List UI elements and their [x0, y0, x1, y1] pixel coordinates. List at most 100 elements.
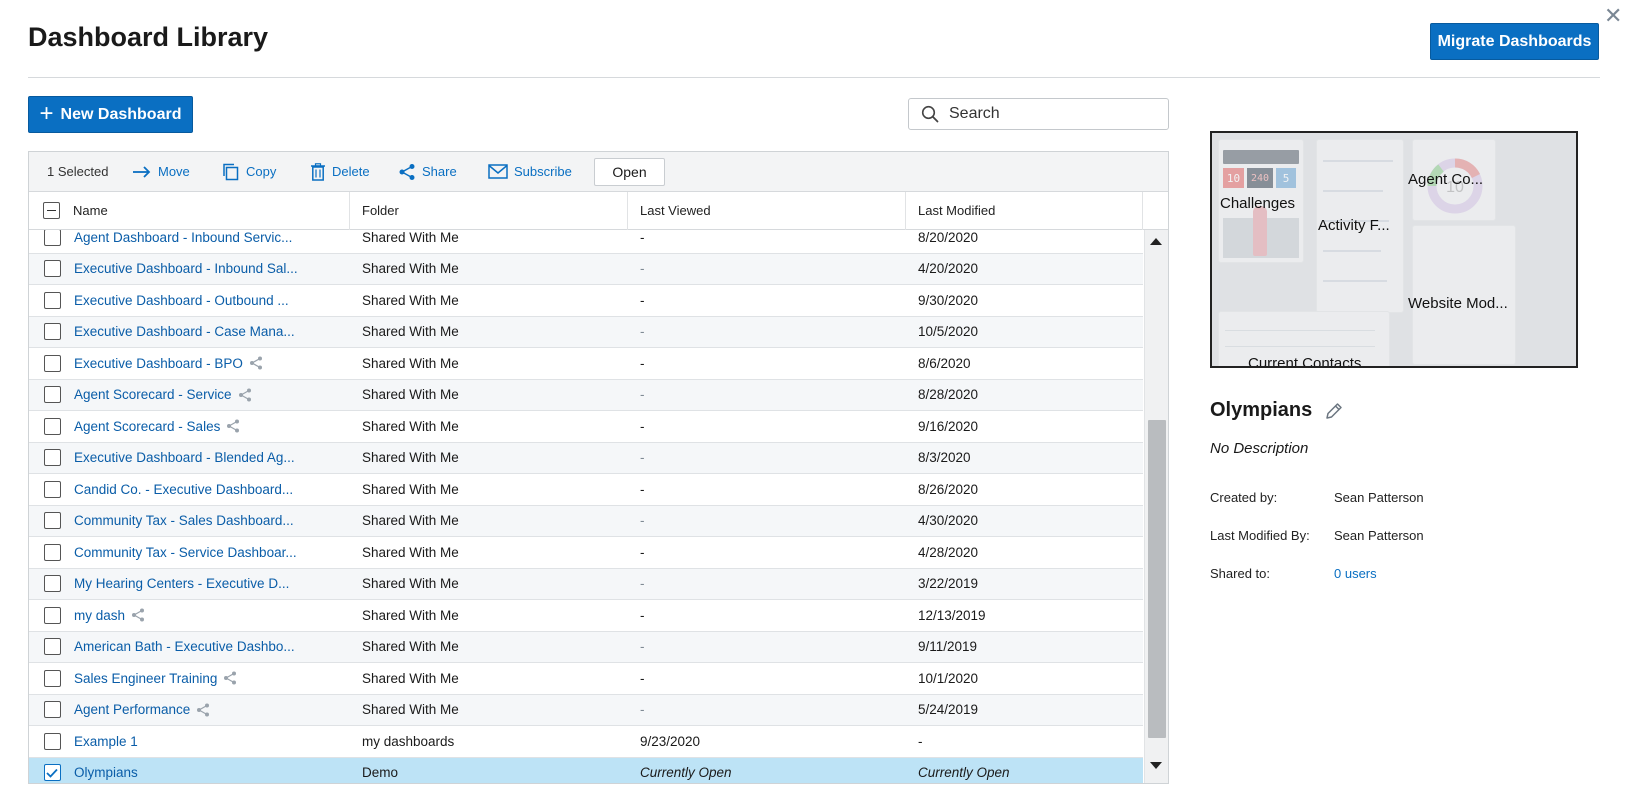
copy-button[interactable]: Copy — [222, 163, 310, 181]
row-last-viewed: - — [640, 355, 645, 371]
table-row[interactable]: Executive Dashboard - Outbound ... Shared… — [29, 285, 1143, 317]
plus-icon: + — [39, 99, 54, 127]
row-last-modified: 9/11/2019 — [918, 639, 978, 655]
dashboard-link[interactable]: Executive Dashboard - Blended Ag... — [74, 450, 295, 465]
column-header-last-modified[interactable]: Last Modified — [906, 191, 1143, 230]
row-last-modified: 3/22/2019 — [918, 576, 979, 592]
migrate-dashboards-button[interactable]: Migrate Dashboards — [1430, 23, 1599, 60]
scroll-up-arrow-icon[interactable] — [1150, 238, 1162, 245]
scrollbar-thumb[interactable] — [1148, 420, 1166, 738]
delete-label: Delete — [332, 164, 370, 179]
indeterminate-mark — [46, 209, 56, 212]
row-name-cell: Agent Dashboard - Inbound Servic... — [73, 230, 350, 245]
row-checkbox[interactable] — [43, 638, 61, 656]
shared-to-users-link[interactable]: 0 users — [1334, 566, 1377, 581]
row-last-viewed: Currently Open — [640, 765, 732, 781]
row-checkbox[interactable] — [43, 669, 61, 687]
column-header-name[interactable]: Name — [73, 191, 350, 230]
created-by-label: Created by: — [1210, 490, 1278, 505]
table-body[interactable]: Agent Dashboard - Inbound Servic... Share… — [29, 230, 1143, 783]
row-name-cell: Executive Dashboard - Blended Ag... — [73, 450, 350, 465]
table-row[interactable]: My Hearing Centers - Executive D... Share… — [29, 568, 1143, 600]
close-icon[interactable]: ✕ — [1604, 4, 1622, 28]
table-scrollbar[interactable] — [1144, 230, 1168, 783]
row-folder: Shared With Me — [362, 607, 459, 623]
row-checkbox[interactable] — [43, 543, 61, 561]
dashboard-link[interactable]: Candid Co. - Executive Dashboard... — [74, 482, 293, 497]
row-checkbox[interactable] — [43, 606, 61, 624]
open-button[interactable]: Open — [594, 157, 665, 186]
dashboard-link[interactable]: American Bath - Executive Dashbo... — [74, 639, 295, 654]
table-row[interactable]: my dash Shared With Me - 12/13/2019 — [29, 600, 1143, 632]
delete-button[interactable]: Delete — [310, 162, 398, 181]
subscribe-button[interactable]: Subscribe — [488, 164, 580, 179]
column-header-folder[interactable]: Folder — [350, 191, 628, 230]
table-row[interactable]: Olympians Demo Currently Open Currently Ope… — [29, 757, 1143, 783]
table-row[interactable]: Executive Dashboard - BPO Shared With Me -… — [29, 348, 1143, 380]
dashboard-link[interactable]: Olympians — [74, 765, 138, 780]
table-row[interactable]: Community Tax - Sales Dashboard... Shared… — [29, 505, 1143, 537]
dashboard-link[interactable]: Agent Performance — [74, 702, 190, 717]
row-checkbox-cell — [29, 543, 73, 561]
row-folder: Shared With Me — [362, 544, 459, 560]
row-checkbox[interactable] — [43, 764, 61, 782]
row-checkbox[interactable] — [43, 323, 61, 341]
table-row[interactable]: Sales Engineer Training Shared With Me - 10… — [29, 663, 1143, 695]
dashboard-link[interactable]: Agent Scorecard - Sales — [74, 419, 220, 434]
dashboard-link[interactable]: Example 1 — [74, 734, 138, 749]
row-checkbox[interactable] — [43, 449, 61, 467]
dashboard-link[interactable]: Sales Engineer Training — [74, 671, 217, 686]
table-row[interactable]: Executive Dashboard - Inbound Sal... Shar… — [29, 253, 1143, 285]
dashboard-link[interactable]: Community Tax - Sales Dashboard... — [74, 513, 294, 528]
pencil-icon[interactable] — [1324, 401, 1344, 421]
move-button[interactable]: Move — [132, 164, 222, 179]
row-checkbox[interactable] — [43, 260, 61, 278]
table-row[interactable]: Community Tax - Service Dashboar... Share… — [29, 537, 1143, 569]
preview-wash — [1212, 133, 1576, 366]
table-row[interactable]: Example 1 my dashboards 9/23/2020 - — [29, 726, 1143, 758]
row-last-viewed: - — [640, 544, 645, 560]
select-all-checkbox[interactable] — [42, 202, 60, 219]
dashboard-link[interactable]: Agent Dashboard - Inbound Servic... — [74, 230, 292, 245]
table-row[interactable]: Agent Scorecard - Service Shared With Me -… — [29, 379, 1143, 411]
dashboard-link[interactable]: My Hearing Centers - Executive D... — [74, 576, 289, 591]
row-checkbox[interactable] — [43, 701, 61, 719]
row-checkbox[interactable] — [43, 512, 61, 530]
row-checkbox[interactable] — [43, 417, 61, 435]
row-checkbox[interactable] — [43, 354, 61, 372]
table-row[interactable]: Executive Dashboard - Case Mana... Shared… — [29, 316, 1143, 348]
dashboard-link[interactable]: Executive Dashboard - Inbound Sal... — [74, 261, 298, 276]
dashboard-link[interactable]: Community Tax - Service Dashboar... — [74, 545, 297, 560]
row-checkbox-cell — [29, 638, 73, 656]
row-name-cell: American Bath - Executive Dashbo... — [73, 639, 350, 654]
shared-icon — [132, 608, 145, 622]
search-input[interactable] — [949, 105, 1149, 123]
row-checkbox[interactable] — [43, 386, 61, 404]
row-checkbox[interactable] — [43, 575, 61, 593]
dashboard-name-text: Olympians — [1210, 399, 1313, 421]
row-checkbox[interactable] — [43, 291, 61, 309]
table-row[interactable]: Agent Dashboard - Inbound Servic... Share… — [29, 230, 1143, 254]
row-checkbox-cell — [29, 512, 73, 530]
share-button[interactable]: Share — [398, 163, 488, 181]
new-dashboard-button[interactable]: + New Dashboard — [28, 96, 193, 133]
row-checkbox[interactable] — [43, 480, 61, 498]
table-row[interactable]: American Bath - Executive Dashbo... Share… — [29, 631, 1143, 663]
dashboard-link[interactable]: Agent Scorecard - Service — [74, 387, 232, 402]
column-header-last-viewed[interactable]: Last Viewed — [628, 191, 906, 230]
dashboard-link[interactable]: my dash — [74, 608, 125, 623]
search-box[interactable] — [908, 98, 1169, 130]
scroll-down-arrow-icon[interactable] — [1150, 762, 1162, 769]
row-folder: Shared With Me — [362, 355, 459, 371]
row-last-viewed: - — [640, 607, 645, 623]
row-checkbox[interactable] — [43, 732, 61, 750]
table-row[interactable]: Candid Co. - Executive Dashboard... Share… — [29, 474, 1143, 506]
table-row[interactable]: Agent Performance Shared With Me - 5/24/201… — [29, 694, 1143, 726]
dashboard-link[interactable]: Executive Dashboard - BPO — [74, 356, 243, 371]
row-last-modified: Currently Open — [918, 765, 1010, 781]
dashboard-link[interactable]: Executive Dashboard - Case Mana... — [74, 324, 295, 339]
table-row[interactable]: Agent Scorecard - Sales Shared With Me - 9/… — [29, 411, 1143, 443]
table-row[interactable]: Executive Dashboard - Blended Ag... Share… — [29, 442, 1143, 474]
row-checkbox[interactable] — [43, 230, 61, 246]
dashboard-link[interactable]: Executive Dashboard - Outbound ... — [74, 293, 289, 308]
